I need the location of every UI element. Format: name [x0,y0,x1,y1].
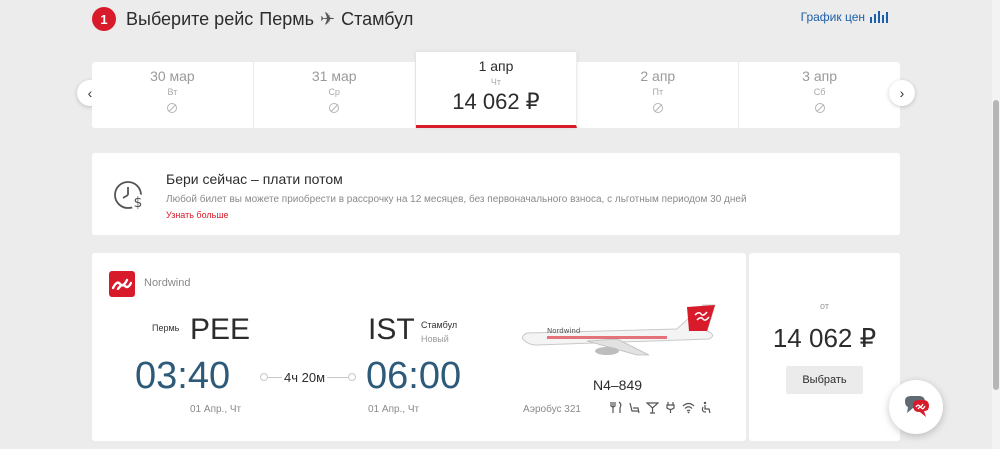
weekday-label: Чт [490,77,502,87]
price-from-label: от [820,301,829,311]
date-option[interactable]: 30 мар Вт [92,62,254,128]
date-price: 14 062 ₽ [452,89,540,114]
nordwind-logo-icon [112,278,132,290]
flight-duration: 4ч 20м [260,370,356,385]
date-option[interactable]: 2 апр Пт [577,62,740,128]
date-label: 30 мар [150,68,195,84]
unavailable-icon [814,103,825,113]
route-destination: Стамбул [341,8,414,29]
weekday-label: Вт [167,87,178,97]
arrival-airport-name: Новый [421,334,449,344]
unavailable-icon [329,103,340,113]
departure-date: 01 Апр., Чт [190,404,242,415]
airline-name: Nordwind [144,277,191,289]
weekday-label: Ср [328,87,340,97]
step-header: 1 Выберите рейс Пермь ✈ Стамбул График ц… [92,4,900,34]
svg-text:Nordwind: Nordwind [547,327,580,335]
accessibility-icon [701,401,711,414]
chevron-right-icon: › [899,85,905,101]
arrival-city: Стамбул [421,320,458,330]
clock-dollar-icon: $ [114,181,146,211]
arrival-time: 06:00 [366,355,462,397]
airline-logo [109,271,135,297]
bar-chart-icon [870,11,888,23]
amenities-list [610,401,713,414]
weekday-label: Сб [813,87,826,97]
installment-promo-banner: $ Бери сейчас – плати потом Любой билет … [92,153,900,235]
plane-icon: ✈ [319,8,336,29]
date-label: 3 апр [802,68,837,84]
learn-more-link[interactable]: Узнать больше [166,210,229,220]
aircraft-type: Аэробус 321 [523,404,581,415]
chat-bubble-icon [905,396,929,417]
date-selector: 30 мар Вт 31 мар Ср 1 апр Чт 14 062 ₽ 2 … [92,52,900,128]
date-option-selected[interactable]: 1 апр Чт 14 062 ₽ [415,52,578,128]
route-origin: Пермь [259,8,314,29]
chat-button[interactable] [889,380,943,434]
flight-number: N4–849 [593,377,643,393]
page-scrollbar[interactable] [992,0,1000,449]
price-card: от 14 062 ₽ Выбрать [749,253,900,441]
aircraft-image: Nordwind [521,304,716,356]
wifi-icon [682,402,695,414]
departure-city: Пермь [152,323,180,333]
step-number-badge: 1 [92,7,116,31]
flight-card[interactable]: Nordwind Пермь PEE 03:40 01 Апр., Чт 4ч … [92,253,746,441]
step-title-prefix: Выберите рейс [126,8,254,29]
date-label: 31 мар [311,68,357,84]
weekday-label: Пт [652,87,664,97]
scrollbar-thumb[interactable] [993,100,999,390]
unavailable-icon [652,103,663,113]
date-label: 2 апр [640,68,676,84]
seat-recline-icon [629,402,640,414]
arrival-date: 01 Апр., Чт [368,404,420,415]
svg-text:$: $ [134,195,143,211]
price-chart-link[interactable]: График цен [801,10,888,24]
date-option[interactable]: 3 апр Сб [739,62,900,128]
unavailable-icon [167,103,178,113]
promo-title: Бери сейчас – плати потом [166,171,343,187]
step-title: Выберите рейс Пермь ✈ Стамбул [126,9,413,30]
next-dates-button[interactable]: › [889,80,915,106]
duration-text: 4ч 20м [282,370,328,385]
departure-time: 03:40 [135,355,231,397]
arrival-airport-code: IST [368,313,415,346]
price-chart-label: График цен [800,10,865,24]
select-flight-button[interactable]: Выбрать [786,366,863,394]
date-label: 1 апр [478,58,514,74]
date-option[interactable]: 31 мар Ср [254,62,416,128]
ticket-price: 14 062 ₽ [772,323,877,353]
departure-airport-code: PEE [190,313,251,346]
drinks-icon [646,402,659,414]
meal-icon [610,401,622,413]
promo-text: Любой билет вы можете приобрести в расср… [166,194,747,205]
power-outlet-icon [666,402,675,413]
